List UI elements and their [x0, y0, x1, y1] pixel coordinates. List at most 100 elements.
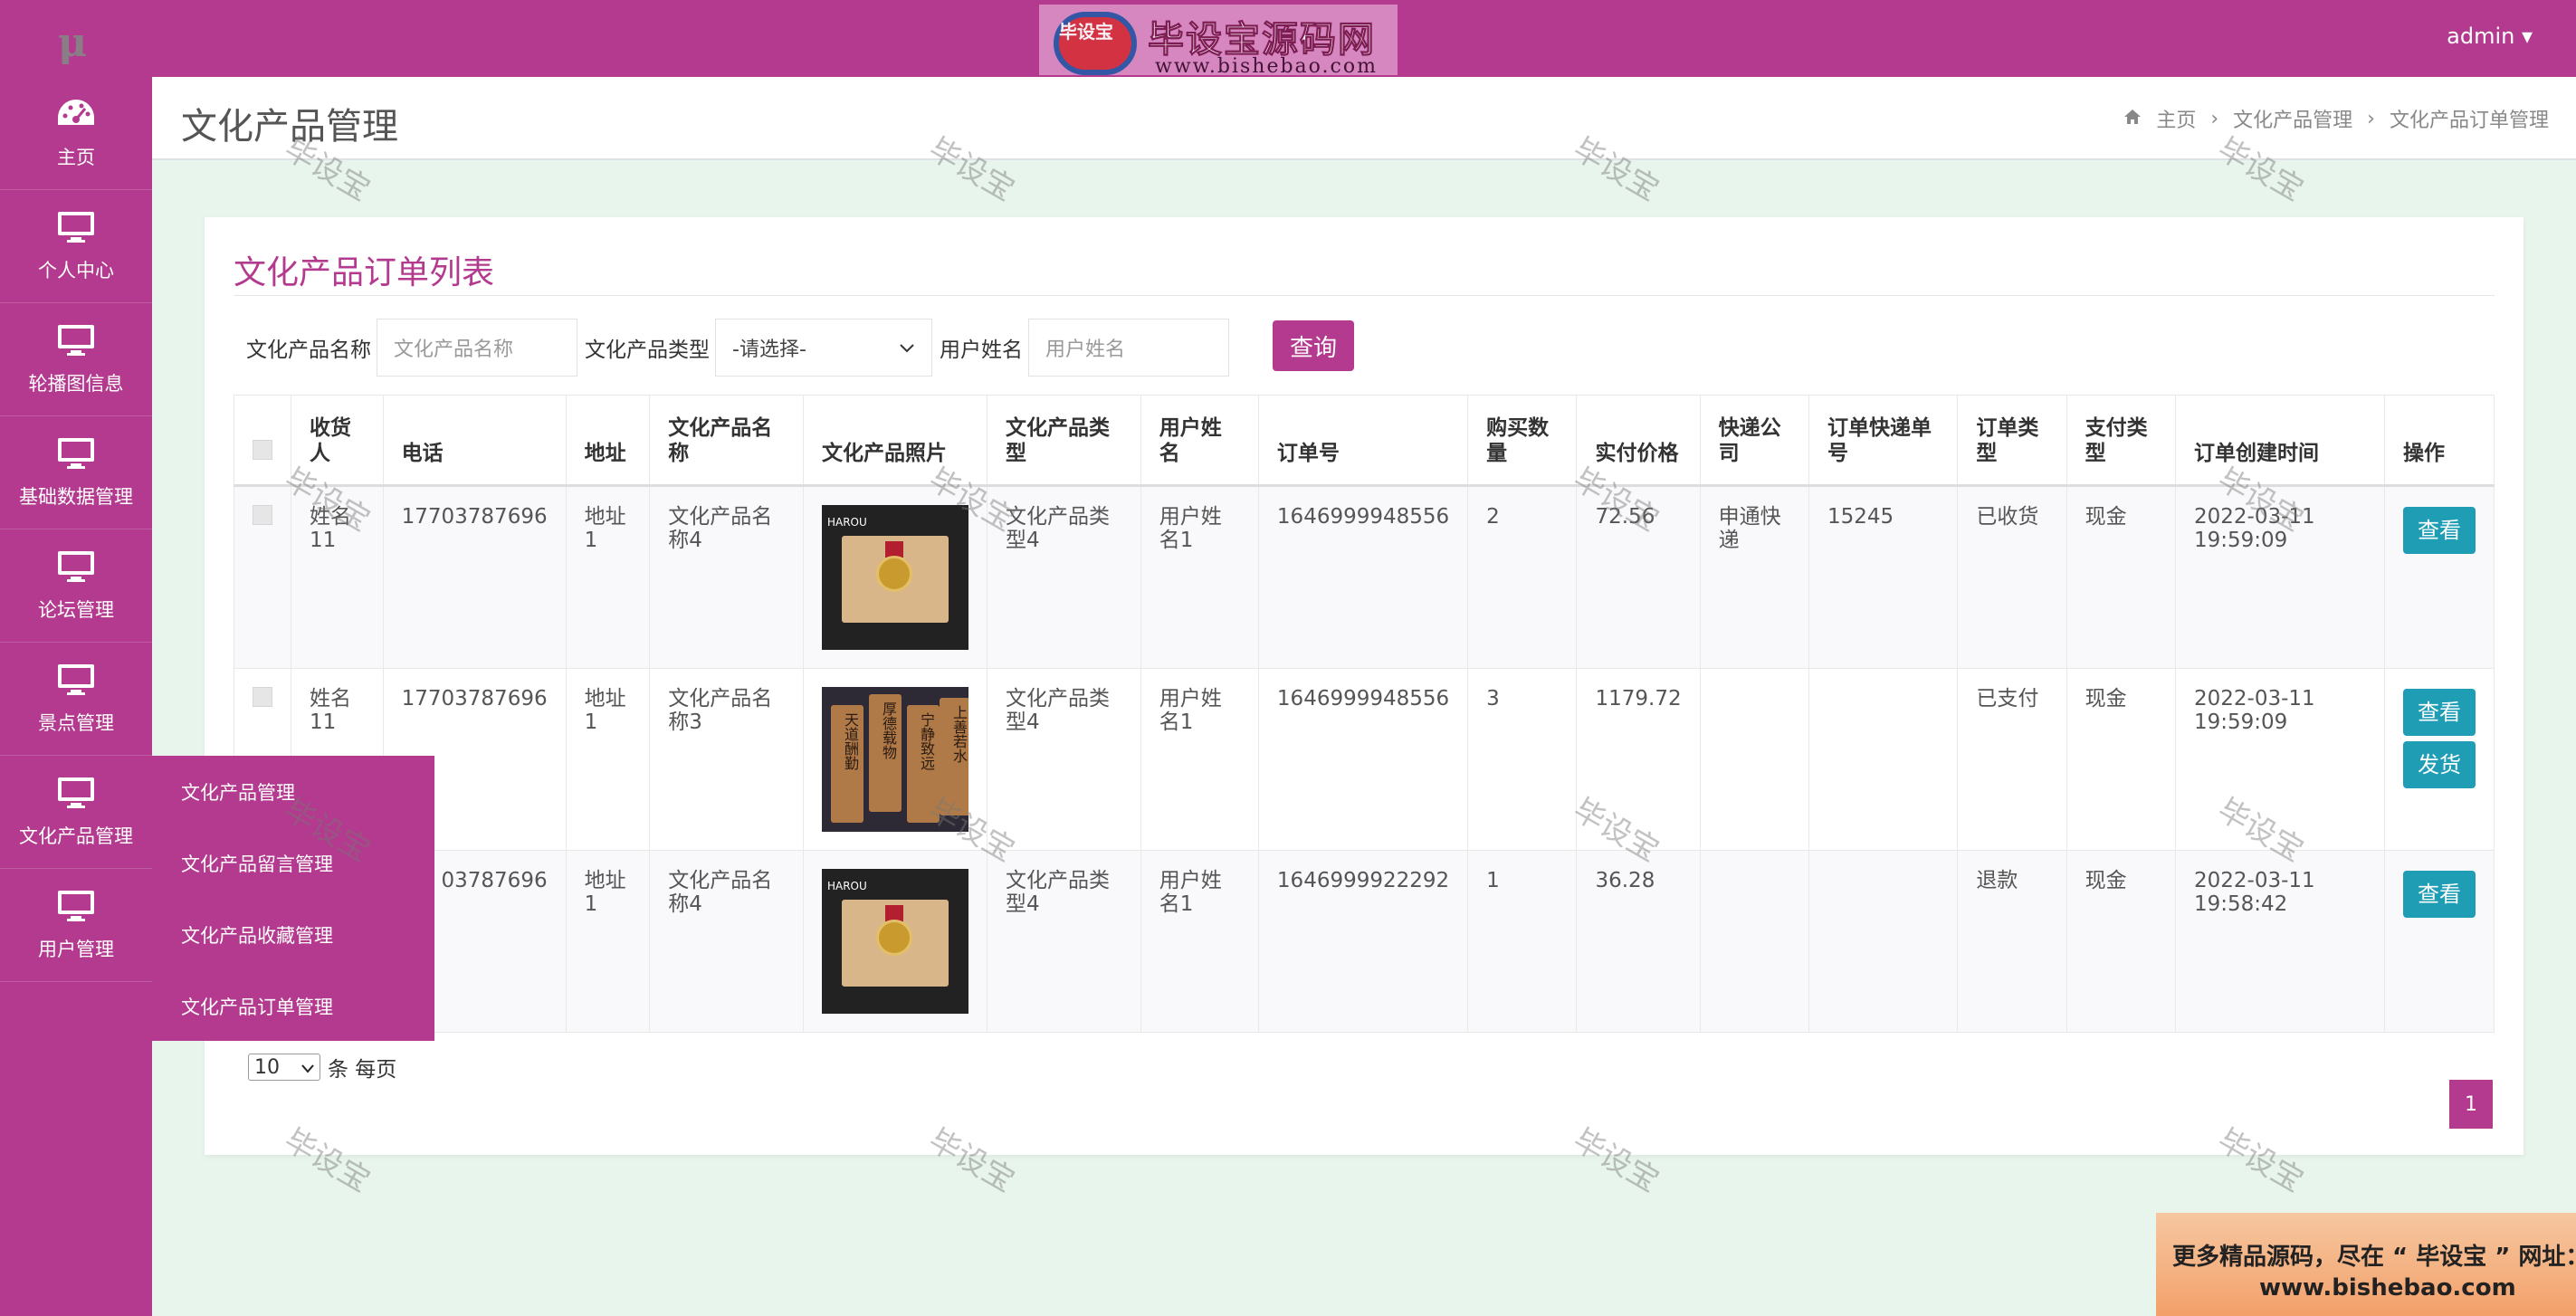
card-title: 文化产品订单列表	[234, 254, 495, 291]
medal-shape	[875, 920, 912, 956]
column-header: 订单号	[1257, 395, 1469, 487]
product-type-cell: 文化产品类型4	[986, 668, 1141, 851]
chevron-down-icon	[899, 337, 915, 359]
created-time-cell: 2022-03-11 19:59:09	[2174, 668, 2386, 851]
order-number-cell: 1646999948556	[1257, 668, 1469, 851]
sidebar-item-culture-products[interactable]: 文化产品管理	[0, 756, 152, 869]
user-name-label: 用户姓名	[940, 339, 1023, 362]
photo-brand-mark: HAROU	[826, 516, 867, 529]
monitor-icon	[56, 435, 96, 472]
user-name-cell: 用户姓名1	[1140, 485, 1259, 669]
tracking-cell	[1808, 668, 1959, 851]
wood-slat: 厚德载物	[868, 694, 902, 812]
row-checkbox[interactable]	[253, 687, 272, 707]
address-cell: 地址1	[565, 485, 651, 669]
breadcrumb-section[interactable]: 文化产品管理	[2233, 104, 2352, 133]
sidebar-item-forum[interactable]: 论坛管理	[0, 529, 152, 643]
row-checkbox[interactable]	[253, 505, 272, 525]
monitor-icon	[56, 888, 96, 924]
sidebar-item-users[interactable]: 用户管理	[0, 869, 152, 982]
brand-banner: 毕设宝 毕设宝源码网 www.bishebao.com	[1039, 5, 1398, 78]
select-all-checkbox[interactable]	[253, 440, 272, 460]
column-header: 地址	[565, 395, 651, 487]
product-photo: HAROU	[821, 869, 968, 1014]
product-name-cell: 文化产品名称4	[649, 485, 804, 669]
monitor-icon	[56, 548, 96, 585]
page-size-select[interactable]: 10	[248, 1054, 320, 1081]
search-button[interactable]: 查询	[1273, 320, 1354, 371]
orders-table: 收货人 电话 地址 文化产品名称 文化产品照片 文化产品类型 用户姓名 订单号 …	[234, 395, 2495, 1033]
page-size-control: 10 条 每页	[248, 1052, 396, 1082]
column-header: 收货人	[291, 395, 384, 487]
sidebar-item-label: 文化产品管理	[19, 825, 133, 847]
payment-type-cell: 现金	[2066, 668, 2176, 851]
page-size-value: 10	[254, 1055, 280, 1079]
actions-cell: 查看 发货	[2384, 668, 2495, 851]
sidebar-item-label: 用户管理	[38, 939, 114, 960]
sidebar-item-home[interactable]: 主页	[0, 77, 152, 190]
breadcrumb: 主页 › 文化产品管理 › 文化产品订单管理	[2123, 104, 2549, 133]
product-photo-cell: 天道酬勤 厚德载物 宁静致远 上善若水	[802, 668, 987, 851]
product-photo: HAROU	[821, 505, 968, 650]
app-logo[interactable]: μ	[58, 20, 87, 66]
column-header: 订单快递单号	[1808, 395, 1959, 487]
product-type-select[interactable]: -请选择-	[715, 319, 932, 377]
user-name-input[interactable]: 用户姓名	[1028, 319, 1229, 377]
product-type-select-value: -请选择-	[732, 339, 806, 361]
page-size-suffix: 条 每页	[328, 1058, 397, 1082]
user-name-cell: 用户姓名1	[1140, 668, 1259, 851]
product-name-cell: 文化产品名称4	[649, 850, 804, 1033]
chevron-right-icon: ›	[2367, 107, 2375, 130]
address-cell: 地址1	[565, 850, 651, 1033]
actions-cell: 查看	[2384, 485, 2495, 669]
order-number-cell: 1646999922292	[1257, 850, 1469, 1033]
sidebar-item-carousel[interactable]: 轮播图信息	[0, 303, 152, 416]
breadcrumb-home[interactable]: 主页	[2156, 104, 2196, 133]
column-header: 电话	[382, 395, 567, 487]
view-button[interactable]: 查看	[2403, 689, 2476, 736]
payment-type-cell: 现金	[2066, 485, 2176, 669]
monitor-icon	[56, 662, 96, 698]
user-menu-dropdown[interactable]: admin ▾	[2447, 24, 2533, 49]
sidebar-item-label: 基础数据管理	[19, 486, 133, 508]
product-photo-cell: HAROU	[802, 850, 987, 1033]
submenu-item-orders[interactable]: 文化产品订单管理	[152, 970, 434, 1042]
order-type-cell: 已收货	[1957, 485, 2067, 669]
sidebar-item-scenic-spots[interactable]: 景点管理	[0, 643, 152, 756]
courier-cell	[1699, 850, 1809, 1033]
product-photo-cell: HAROU	[802, 485, 987, 669]
page-number-button[interactable]: 1	[2449, 1080, 2493, 1129]
table-row: 姓名11 17703787696 地址1 文化产品名称4 HAROU 文化产品类…	[234, 485, 2495, 669]
submenu-item-messages[interactable]: 文化产品留言管理	[152, 827, 434, 899]
view-button[interactable]: 查看	[2403, 871, 2476, 918]
divider	[234, 295, 2495, 296]
chevron-down-icon	[301, 1056, 314, 1079]
column-header: 用户姓名	[1140, 395, 1259, 487]
promo-banner[interactable]: 更多精品源码，尽在 “ 毕设宝 ” 网址： www.bishebao.com	[2156, 1213, 2576, 1316]
created-time-cell: 2022-03-11 19:58:42	[2174, 850, 2386, 1033]
submenu-item-favorites[interactable]: 文化产品收藏管理	[152, 899, 434, 970]
product-name-input[interactable]: 文化产品名称	[377, 319, 577, 377]
sidebar-item-base-data[interactable]: 基础数据管理	[0, 416, 152, 529]
user-name-cell: 用户姓名1	[1140, 850, 1259, 1033]
view-button[interactable]: 查看	[2403, 507, 2476, 554]
submenu-item-products[interactable]: 文化产品管理	[152, 756, 434, 827]
monitor-icon	[56, 209, 96, 245]
created-time-cell: 2022-03-11 19:59:09	[2174, 485, 2386, 669]
brand-badge-text: 毕设宝	[1059, 21, 1113, 43]
table-row: 姓名11 17703787696 地址1 文化产品名称3 天道酬勤 厚德载物 宁…	[234, 668, 2495, 851]
order-type-cell: 已支付	[1957, 668, 2067, 851]
sidebar-item-label: 个人中心	[38, 260, 114, 281]
product-type-label: 文化产品类型	[585, 339, 710, 362]
dashboard-icon	[56, 96, 96, 132]
tracking-cell: 15245	[1808, 485, 1959, 669]
receiver-cell: 姓名11	[291, 485, 384, 669]
search-filters: 文化产品名称 文化产品名称 文化产品类型 -请选择- 用户姓名 用户姓名	[246, 319, 1236, 377]
ship-button[interactable]: 发货	[2403, 741, 2476, 788]
column-header: 订单类型	[1957, 395, 2067, 487]
courier-cell	[1699, 668, 1809, 851]
sidebar-item-personal-center[interactable]: 个人中心	[0, 190, 152, 303]
promo-line-1: 更多精品源码，尽在 “ 毕设宝 ” 网址：	[2172, 1244, 2576, 1271]
select-all-header	[234, 395, 291, 487]
table-row: 03787696 地址1 文化产品名称4 HAROU 文化产品类型4 用户姓名1…	[234, 850, 2495, 1033]
